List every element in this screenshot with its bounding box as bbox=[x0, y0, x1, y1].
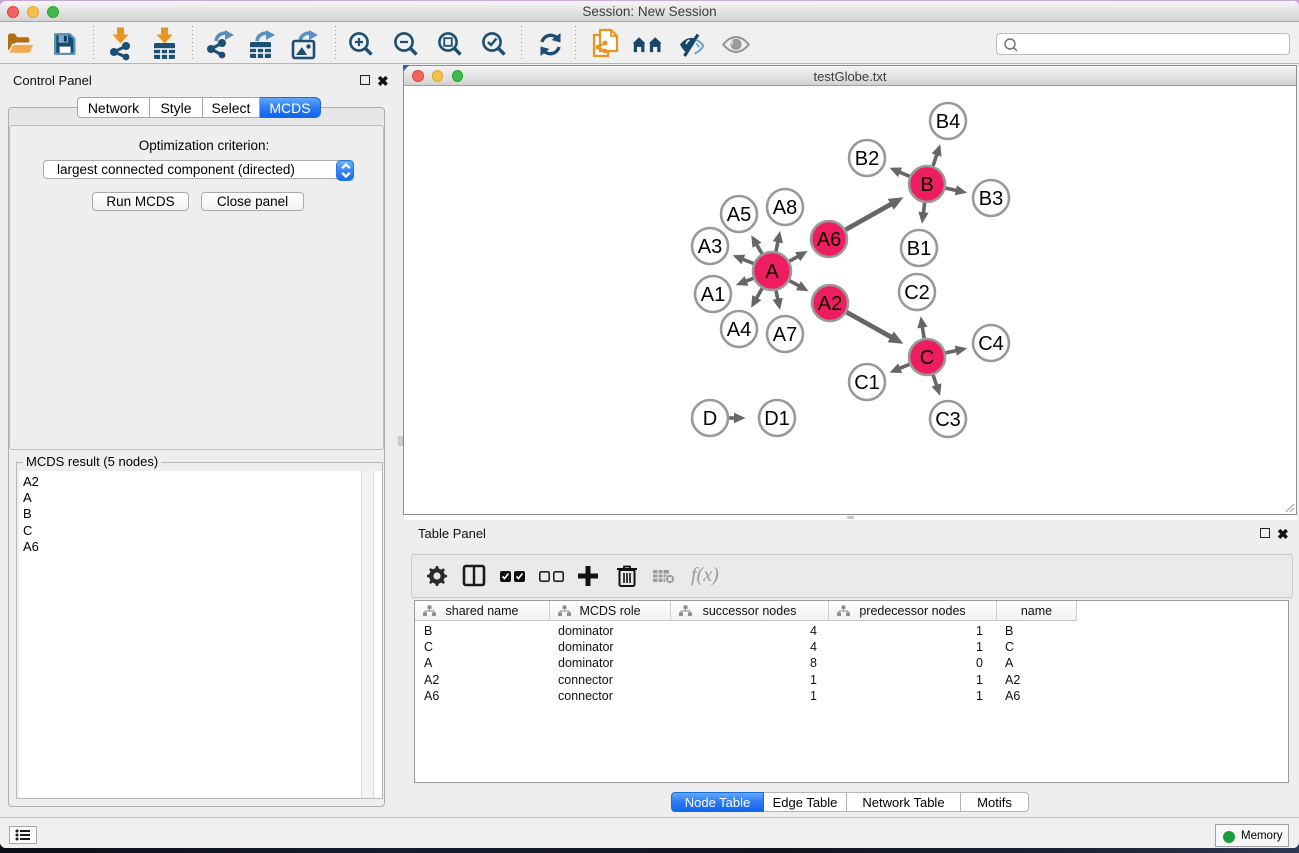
svg-text:C: C bbox=[920, 347, 934, 369]
svg-text:C2: C2 bbox=[904, 282, 930, 304]
svg-text:A3: A3 bbox=[698, 236, 722, 258]
svg-text:B1: B1 bbox=[907, 238, 931, 260]
svg-text:A6: A6 bbox=[817, 229, 841, 251]
svg-text:A4: A4 bbox=[727, 319, 751, 341]
svg-text:C4: C4 bbox=[978, 333, 1004, 355]
svg-text:A5: A5 bbox=[727, 204, 751, 226]
svg-text:B4: B4 bbox=[936, 111, 960, 133]
svg-text:A: A bbox=[765, 261, 779, 283]
svg-text:D1: D1 bbox=[764, 408, 790, 430]
svg-text:A2: A2 bbox=[818, 293, 842, 315]
svg-text:B: B bbox=[920, 174, 933, 196]
svg-text:B3: B3 bbox=[979, 188, 1003, 210]
svg-text:f(x): f(x) bbox=[691, 564, 719, 586]
svg-text:A7: A7 bbox=[773, 324, 797, 346]
svg-text:B2: B2 bbox=[855, 148, 879, 170]
svg-text:A1: A1 bbox=[701, 284, 725, 306]
svg-text:C1: C1 bbox=[854, 372, 880, 394]
svg-text:A8: A8 bbox=[773, 197, 797, 219]
svg-text:D: D bbox=[703, 408, 717, 430]
svg-text:C3: C3 bbox=[935, 409, 961, 431]
